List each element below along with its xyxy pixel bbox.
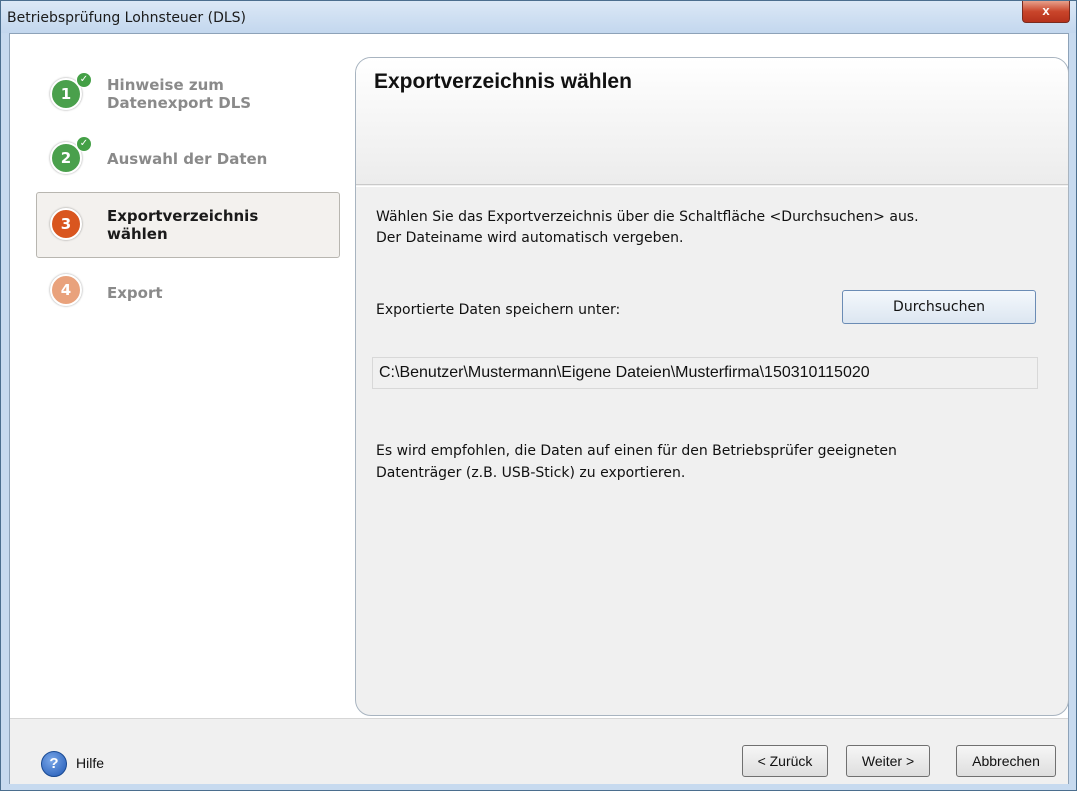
intro-text-line2: Der Dateiname wird automatisch vergeben.	[376, 230, 684, 246]
title-bar[interactable]: Betriebsprüfung Lohnsteuer (DLS) x	[1, 1, 1076, 33]
hint-text-line1: Es wird empfohlen, die Daten auf einen f…	[376, 443, 897, 459]
wizard-window: Betriebsprüfung Lohnsteuer (DLS) x 1 ✓ H…	[0, 0, 1077, 791]
step-number-icon: 3	[50, 208, 82, 240]
back-button[interactable]: < Zurück	[742, 745, 828, 777]
checkmark-icon: ✓	[76, 136, 92, 152]
step-item-export[interactable]: 4 Export	[36, 270, 340, 314]
content-panel: Exportverzeichnis wählen Wählen Sie das …	[355, 57, 1069, 716]
header-divider	[356, 186, 1068, 187]
page-title: Exportverzeichnis wählen	[374, 70, 632, 93]
hint-text-line2: Datenträger (z.B. USB-Stick) zu exportie…	[376, 465, 686, 481]
save-location-label: Exportierte Daten speichern unter:	[376, 302, 621, 318]
step-number-icon: 4	[50, 274, 82, 306]
step-label: Export	[107, 284, 163, 302]
wizard-client-area: 1 ✓ Hinweise zum Datenexport DLS 2 ✓ Aus…	[9, 33, 1069, 784]
window-title: Betriebsprüfung Lohnsteuer (DLS)	[7, 10, 247, 26]
next-button[interactable]: Weiter >	[846, 745, 930, 777]
intro-text-line1: Wählen Sie das Exportverzeichnis über di…	[376, 209, 919, 225]
panel-header: Exportverzeichnis wählen	[356, 58, 1068, 185]
wizard-footer: ? Hilfe < Zurück Weiter > Abbrechen	[10, 718, 1068, 784]
step-label: Exportverzeichnis wählen	[107, 207, 259, 243]
close-button[interactable]: x	[1022, 1, 1070, 23]
step-label: Hinweise zum Datenexport DLS	[107, 76, 252, 112]
step-item-hinweise[interactable]: 1 ✓ Hinweise zum Datenexport DLS	[36, 70, 340, 122]
help-icon[interactable]: ?	[41, 751, 67, 777]
step-label: Auswahl der Daten	[107, 150, 268, 168]
browse-button[interactable]: Durchsuchen	[842, 290, 1036, 324]
export-path-field[interactable]: C:\Benutzer\Mustermann\Eigene Dateien\Mu…	[372, 357, 1038, 389]
checkmark-icon: ✓	[76, 72, 92, 88]
step-item-auswahl[interactable]: 2 ✓ Auswahl der Daten	[36, 136, 340, 180]
help-label[interactable]: Hilfe	[76, 755, 104, 771]
step-item-exportverzeichnis[interactable]: 3 Exportverzeichnis wählen	[36, 192, 340, 258]
cancel-button[interactable]: Abbrechen	[956, 745, 1056, 777]
